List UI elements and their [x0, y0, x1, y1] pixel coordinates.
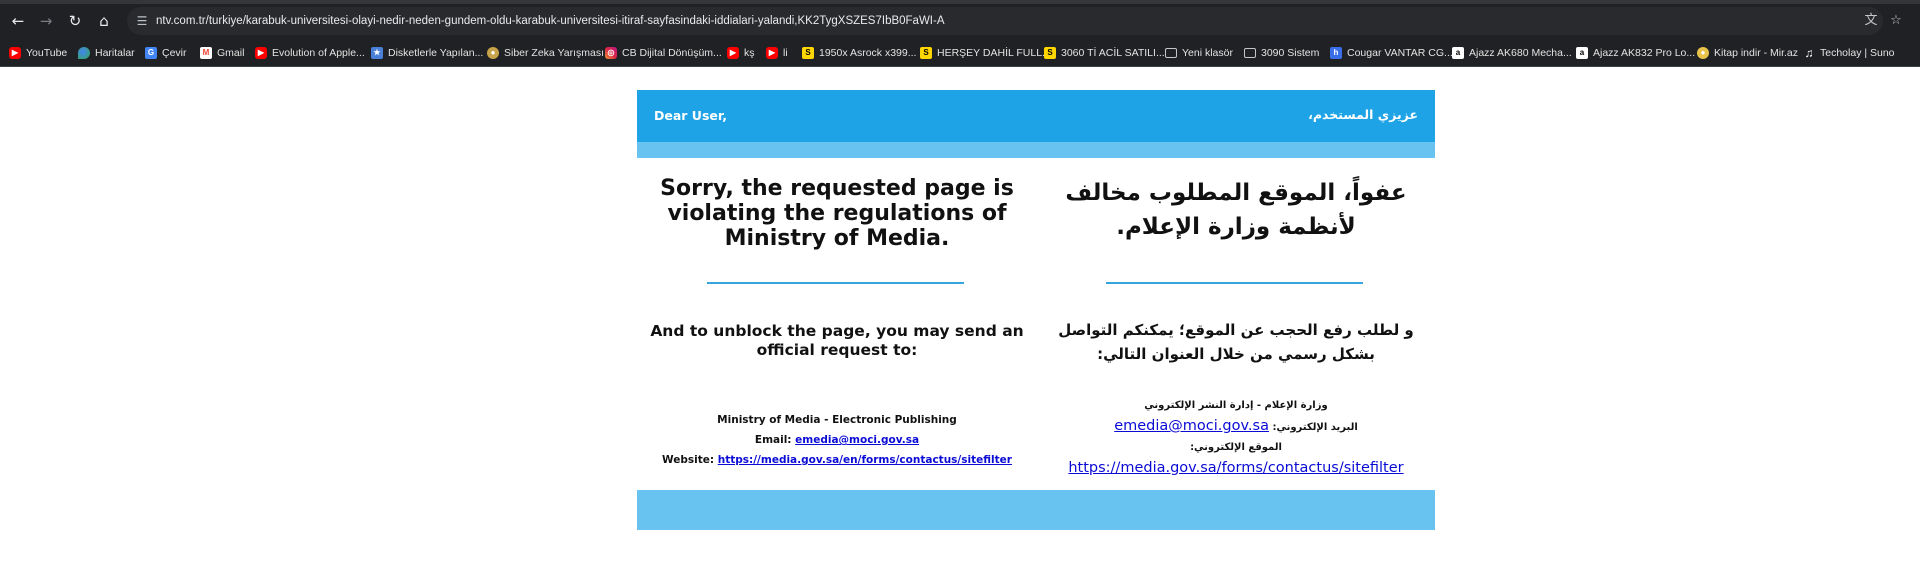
header-band [637, 142, 1435, 158]
contact-info-en: Ministry of Media - Electronic Publishin… [647, 410, 1027, 470]
maps-icon [78, 47, 90, 59]
email-link-en[interactable]: emedia@moci.gov.sa [795, 434, 919, 446]
bookmarks-bar: ▶ YouTube Haritalar G Çevir M Gmail ▶ Evolut… [0, 39, 1920, 67]
bookmark-label: 3060 Tİ ACİL SATILI... [1061, 47, 1165, 59]
amazon-icon: a [1576, 47, 1588, 59]
website-label-ar: الموقع الإلكتروني: [1190, 442, 1282, 453]
notice-footer-band [637, 490, 1435, 530]
gmail-icon: M [200, 47, 212, 59]
email-label-ar: البريد الإلكتروني: [1272, 422, 1358, 433]
unblock-request-en: And to unblock the page, you may send an… [650, 322, 1024, 359]
bookmark-folder-3090-sistem[interactable]: 3090 Sistem [1244, 44, 1319, 62]
tab-strip [0, 0, 1920, 4]
contact-info-ar: وزارة الإعلام - إدارة النشر الإلكتروني ا… [1047, 396, 1425, 480]
title-ar: عفواً، الموقع المطلوب مخالف لأنظمة وزارة… [1065, 180, 1407, 240]
bookmark-label: Haritalar [95, 47, 135, 59]
bookmark-siber-zeka[interactable]: ● Siber Zeka Yarışması [487, 44, 604, 62]
forward-icon[interactable]: → [36, 11, 56, 31]
email-link-ar[interactable]: emedia@moci.gov.sa [1114, 418, 1269, 434]
bookmark-disketlerle[interactable]: ★ Disketlerle Yapılan... [371, 44, 483, 62]
bookmark-label: Yeni klasör [1182, 47, 1233, 59]
home-icon[interactable]: ⌂ [94, 11, 114, 31]
sahibinden-icon: S [920, 47, 932, 59]
bookmark-ks[interactable]: ▶ kş [727, 44, 755, 62]
site-icon: ● [487, 47, 499, 59]
bookmark-li[interactable]: ▶ li [766, 44, 788, 62]
bookmark-label: Çevir [162, 47, 187, 59]
site-icon: ★ [371, 47, 383, 59]
bookmark-label: Ajazz AK832 Pro Lo... [1593, 47, 1696, 59]
contact-email-row-en: Email: emedia@moci.gov.sa [647, 430, 1027, 450]
bookmark-cougar[interactable]: h Cougar VANTAR CG... [1330, 44, 1453, 62]
bookmark-label: Kitap indir - Mir.az [1714, 47, 1799, 59]
bookmark-label: Ajazz AK680 Mecha... [1469, 47, 1572, 59]
sahibinden-icon: S [802, 47, 814, 59]
instagram-icon: ◎ [605, 47, 617, 59]
bookmark-label: kş [744, 47, 755, 59]
bookmark-label: li [783, 47, 788, 59]
amazon-icon: a [1452, 47, 1464, 59]
bookmark-cevir[interactable]: G Çevir [145, 44, 187, 62]
bookmark-label: Cougar VANTAR CG... [1347, 47, 1453, 59]
bookmark-ajazz-ak832[interactable]: a Ajazz AK832 Pro Lo... [1576, 44, 1695, 62]
back-icon[interactable]: ← [8, 11, 28, 31]
bookmark-haritalar[interactable]: Haritalar [78, 44, 135, 62]
bookmark-cb-dijital[interactable]: ◎ CB Dijital Dönüşüm... [605, 44, 722, 62]
bookmark-label: Gmail [217, 47, 245, 59]
greeting-en: Dear User, [654, 108, 727, 123]
suno-icon: ♫ [1804, 46, 1814, 60]
bookmark-label: YouTube [26, 47, 68, 59]
bookmark-ajazz-ak680[interactable]: a Ajazz AK680 Mecha... [1452, 44, 1572, 62]
bookmark-label: Siber Zeka Yarışması [504, 47, 604, 59]
bookmark-youtube[interactable]: ▶ YouTube [9, 44, 67, 62]
bookmark-techolay-suno[interactable]: ♫ Techolay | Suno [1803, 44, 1895, 62]
youtube-icon: ▶ [255, 47, 267, 59]
bookmark-label: 1950x Asrock x399... [819, 47, 917, 59]
contact-org-ar: وزارة الإعلام - إدارة النشر الإلكتروني [1144, 400, 1328, 411]
reload-icon[interactable]: ↻ [65, 11, 85, 31]
folder-icon [1165, 48, 1177, 58]
bookmark-label: Evolution of Apple... [272, 47, 365, 59]
bookmark-label: CB Dijital Dönüşüm... [622, 47, 722, 59]
bookmark-kitap-indir[interactable]: ● Kitap indir - Mir.az [1697, 44, 1798, 62]
notice-header: Dear User, عزيزي المستخدم، [637, 90, 1435, 142]
translate-icon: G [145, 47, 157, 59]
bookmark-label: HERŞEY DAHİL FULL... [937, 47, 1051, 59]
site-info-icon[interactable]: ☰ [134, 13, 150, 29]
browser-toolbar: ← → ↻ ⌂ ☰ ntv.com.tr/turkiye/karabuk-uni… [0, 0, 1920, 39]
bookmark-label: Techolay | Suno [1820, 47, 1895, 59]
divider-en [707, 282, 964, 284]
bookmark-label: 3090 Sistem [1261, 47, 1320, 59]
unblock-request-ar: و لطلب رفع الحجب عن الموقع؛ يمكنكم التوا… [1058, 321, 1414, 363]
folder-icon [1244, 48, 1256, 58]
bookmark-asrock[interactable]: S 1950x Asrock x399... [802, 44, 916, 62]
block-notice: Dear User, عزيزي المستخدم، Sorry, the re… [637, 90, 1435, 530]
website-label-en: Website: [662, 454, 715, 466]
contact-website-row-en: Website: https://media.gov.sa/en/forms/c… [647, 450, 1027, 470]
bookmark-label: Disketlerle Yapılan... [388, 47, 484, 59]
sahibinden-icon: S [1044, 47, 1056, 59]
greeting-ar: عزيزي المستخدم، [1308, 107, 1418, 122]
bookmark-folder-yeni-klasor[interactable]: Yeni klasör [1165, 44, 1233, 62]
translate-icon[interactable]: 文 [1862, 12, 1880, 30]
contact-website-row-ar: https://media.gov.sa/forms/contactus/sit… [1047, 458, 1425, 480]
contact-org-en: Ministry of Media - Electronic Publishin… [717, 414, 957, 426]
youtube-icon: ▶ [766, 47, 778, 59]
divider-ar [1106, 282, 1363, 284]
address-bar-url[interactable]: ntv.com.tr/turkiye/karabuk-universitesi-… [156, 13, 945, 29]
bookmark-star-icon[interactable]: ☆ [1887, 12, 1905, 30]
bookmark-gmail[interactable]: M Gmail [200, 44, 244, 62]
youtube-icon: ▶ [727, 47, 739, 59]
title-en: Sorry, the requested page is violating t… [660, 176, 1014, 251]
bookmark-evolution-of-apple[interactable]: ▶ Evolution of Apple... [255, 44, 365, 62]
site-icon: ● [1697, 47, 1709, 59]
bookmark-3060-ti[interactable]: S 3060 Tİ ACİL SATILI... [1044, 44, 1165, 62]
site-icon: h [1330, 47, 1342, 59]
bookmark-hersey-dahil[interactable]: S HERŞEY DAHİL FULL... [920, 44, 1051, 62]
website-link-en[interactable]: https://media.gov.sa/en/forms/contactus/… [718, 454, 1012, 466]
email-label-en: Email: [754, 434, 792, 446]
contact-email-row-ar: البريد الإلكتروني: emedia@moci.gov.sa [1047, 416, 1425, 438]
youtube-icon: ▶ [9, 47, 21, 59]
website-link-ar[interactable]: https://media.gov.sa/forms/contactus/sit… [1068, 458, 1403, 478]
